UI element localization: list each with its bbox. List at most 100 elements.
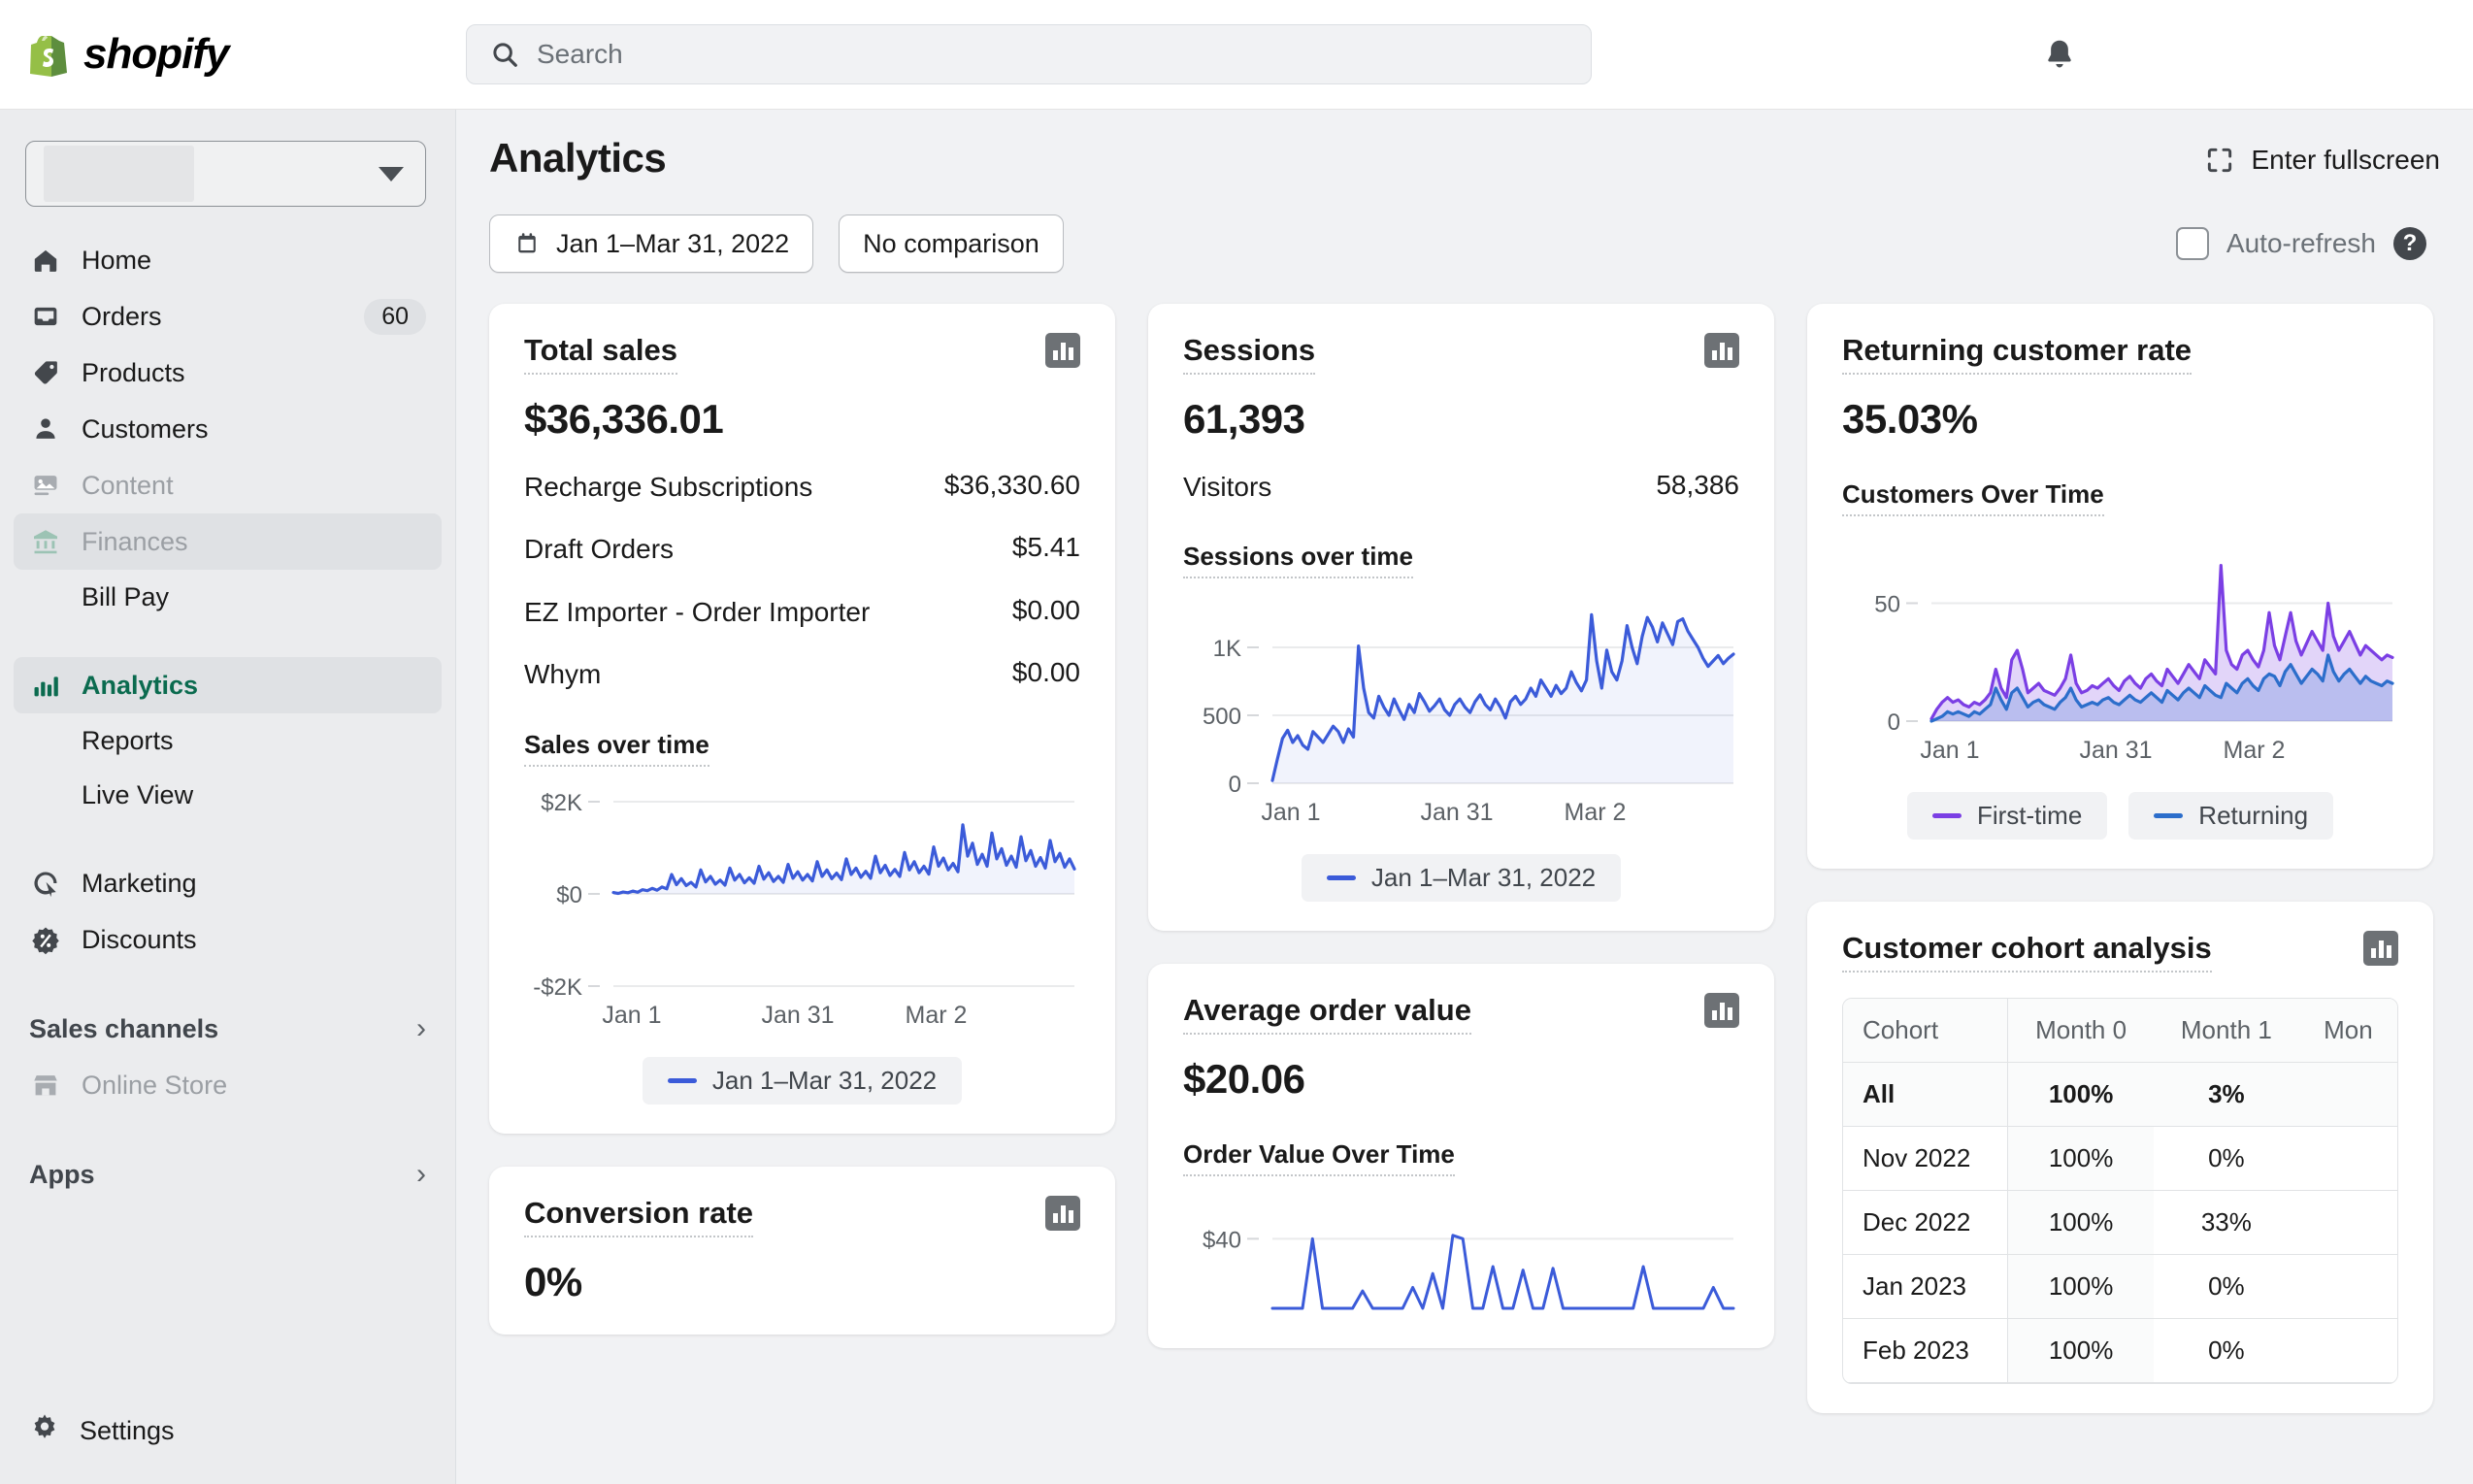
chart-title: Sales over time bbox=[524, 730, 709, 767]
card-title: Total sales bbox=[524, 333, 677, 375]
svg-text:Jan 31: Jan 31 bbox=[761, 1002, 834, 1029]
sidebar-item-customers[interactable]: Customers bbox=[14, 401, 442, 457]
sidebar-item-finances[interactable]: Finances bbox=[14, 513, 442, 570]
legend-item-returning[interactable]: Returning bbox=[2128, 792, 2333, 840]
sidebar-item-reports[interactable]: Reports bbox=[14, 713, 442, 768]
comparison-button[interactable]: No comparison bbox=[839, 214, 1064, 273]
orders-count-badge: 60 bbox=[364, 299, 426, 335]
expand-fullscreen-icon bbox=[2204, 145, 2235, 176]
total-sales-value: $36,336.01 bbox=[524, 396, 1080, 443]
marketing-target-icon bbox=[29, 867, 62, 900]
content-image-icon bbox=[29, 469, 62, 502]
sales-line-chart: $2K$0-$2KJan 1Jan 31Mar 2 bbox=[524, 788, 1082, 1031]
sidebar-item-label: Products bbox=[82, 358, 185, 388]
app-body: Home Orders 60 Products bbox=[0, 110, 2473, 1484]
customers-area-chart: 500Jan 1Jan 31Mar 2 bbox=[1842, 538, 2400, 766]
customer-person-icon bbox=[29, 412, 62, 445]
svg-text:Mar 2: Mar 2 bbox=[906, 1002, 968, 1029]
card-header: Total sales bbox=[524, 333, 1080, 375]
sidebar-item-live-view[interactable]: Live View bbox=[14, 768, 442, 822]
sidebar-item-home[interactable]: Home bbox=[14, 232, 442, 288]
bar-chart-icon[interactable] bbox=[2363, 931, 2398, 966]
returning-rate-value: 35.03% bbox=[1842, 396, 2398, 443]
legend-item[interactable]: Jan 1–Mar 31, 2022 bbox=[1302, 854, 1621, 902]
question-mark-icon[interactable]: ? bbox=[2393, 227, 2426, 260]
auto-refresh-label: Auto-refresh bbox=[2226, 228, 2376, 259]
cohort-table-wrapper: Cohort Month 0 Month 1 Mon All bbox=[1842, 998, 2398, 1384]
cell-month-0: 100% bbox=[2008, 1191, 2154, 1255]
table-row: Feb 2023 100% 0% bbox=[1843, 1319, 2397, 1383]
cell-month-1: 33% bbox=[2154, 1191, 2299, 1255]
enter-fullscreen-button[interactable]: Enter fullscreen bbox=[2204, 135, 2440, 176]
legend-item-first-time[interactable]: First-time bbox=[1907, 792, 2107, 840]
sidebar-item-bill-pay[interactable]: Bill Pay bbox=[14, 570, 442, 624]
conversion-rate-value: 0% bbox=[524, 1259, 1080, 1305]
shopify-logo[interactable]: shopify bbox=[0, 30, 456, 79]
card-customer-cohort-analysis: Customer cohort analysis Cohort Month 0 … bbox=[1807, 902, 2433, 1413]
date-range-button[interactable]: Jan 1–Mar 31, 2022 bbox=[489, 214, 813, 273]
cell-month-2 bbox=[2299, 1319, 2397, 1383]
sidebar-item-analytics[interactable]: Analytics bbox=[14, 657, 442, 713]
cell-month-0: 100% bbox=[2008, 1255, 2154, 1319]
store-selector[interactable] bbox=[25, 141, 426, 207]
chart-title: Customers Over Time bbox=[1842, 479, 2104, 516]
search-icon bbox=[490, 40, 519, 69]
sidebar-item-products[interactable]: Products bbox=[14, 345, 442, 401]
legend-label: First-time bbox=[1977, 801, 2082, 831]
main-content: Analytics Enter fullscreen Ja bbox=[456, 110, 2473, 1484]
svg-text:Jan 31: Jan 31 bbox=[2079, 737, 2152, 764]
legend-label: Returning bbox=[2198, 801, 2308, 831]
orders-inbox-icon bbox=[29, 300, 62, 333]
sidebar-item-discounts[interactable]: Discounts bbox=[14, 911, 442, 968]
analytics-bars-icon bbox=[29, 669, 62, 702]
breakdown-value: $0.00 bbox=[1012, 595, 1080, 626]
aov-value: $20.06 bbox=[1183, 1056, 1739, 1103]
breakdown-label: EZ Importer - Order Importer bbox=[524, 595, 893, 630]
chart-legend: Jan 1–Mar 31, 2022 bbox=[1183, 854, 1739, 902]
card-title: Returning customer rate bbox=[1842, 333, 2192, 375]
order-value-over-time-chart: $40 bbox=[1183, 1198, 1739, 1319]
column-header-month-1: Month 1 bbox=[2154, 999, 2299, 1063]
bar-chart-icon[interactable] bbox=[1704, 333, 1739, 368]
sidebar-group-sales-channels[interactable]: Sales channels › bbox=[14, 1001, 442, 1057]
nav-spacer bbox=[14, 968, 442, 1001]
column-header-month-2: Mon bbox=[2299, 999, 2397, 1063]
sidebar-item-online-store[interactable]: Online Store bbox=[14, 1057, 442, 1113]
bar-chart-icon[interactable] bbox=[1704, 993, 1739, 1028]
chart-legend: Jan 1–Mar 31, 2022 bbox=[524, 1057, 1080, 1105]
sidebar-group-label: Apps bbox=[29, 1160, 95, 1190]
sidebar-item-content[interactable]: Content bbox=[14, 457, 442, 513]
notification-bell-icon[interactable] bbox=[2034, 29, 2085, 80]
table-header-row: Cohort Month 0 Month 1 Mon bbox=[1843, 999, 2397, 1063]
legend-item[interactable]: Jan 1–Mar 31, 2022 bbox=[643, 1057, 962, 1105]
card-header: Sessions bbox=[1183, 333, 1739, 375]
sidebar-item-label: Analytics bbox=[82, 671, 198, 701]
auto-refresh-checkbox[interactable] bbox=[2176, 227, 2209, 260]
sidebar-item-orders[interactable]: Orders 60 bbox=[14, 288, 442, 345]
cell-month-0: 100% bbox=[2008, 1319, 2154, 1383]
legend-swatch bbox=[668, 1078, 697, 1083]
legend-swatch bbox=[1327, 875, 1356, 880]
search-input[interactable]: Search bbox=[466, 24, 1592, 84]
column-left: Total sales $36,336.01 Recharge Subscrip… bbox=[489, 304, 1115, 1335]
breakdown-value: 58,386 bbox=[1656, 470, 1739, 501]
sidebar-item-marketing[interactable]: Marketing bbox=[14, 855, 442, 911]
sidebar-item-label: Finances bbox=[82, 527, 188, 557]
home-icon bbox=[29, 244, 62, 277]
sidebar-subitem-label: Bill Pay bbox=[82, 582, 169, 612]
breakdown-label: Whym bbox=[524, 657, 993, 692]
sessions-line-chart: 1K5000Jan 1Jan 31Mar 2 bbox=[1183, 600, 1741, 828]
cell-month-2 bbox=[2299, 1191, 2397, 1255]
bar-chart-icon[interactable] bbox=[1045, 333, 1080, 368]
bar-chart-icon[interactable] bbox=[1045, 1196, 1080, 1231]
sidebar: Home Orders 60 Products bbox=[0, 110, 456, 1484]
sidebar-group-apps[interactable]: Apps › bbox=[14, 1146, 442, 1203]
finances-bank-icon bbox=[29, 525, 62, 558]
cell-month-0: 100% bbox=[2008, 1063, 2154, 1127]
sidebar-item-settings[interactable]: Settings bbox=[14, 1402, 442, 1459]
nav-spacer bbox=[14, 822, 442, 855]
svg-text:Mar 2: Mar 2 bbox=[1565, 799, 1627, 826]
page-title: Analytics bbox=[489, 135, 666, 181]
cell-month-0: 100% bbox=[2008, 1127, 2154, 1191]
analytics-card-grid: Total sales $36,336.01 Recharge Subscrip… bbox=[489, 304, 2440, 1413]
